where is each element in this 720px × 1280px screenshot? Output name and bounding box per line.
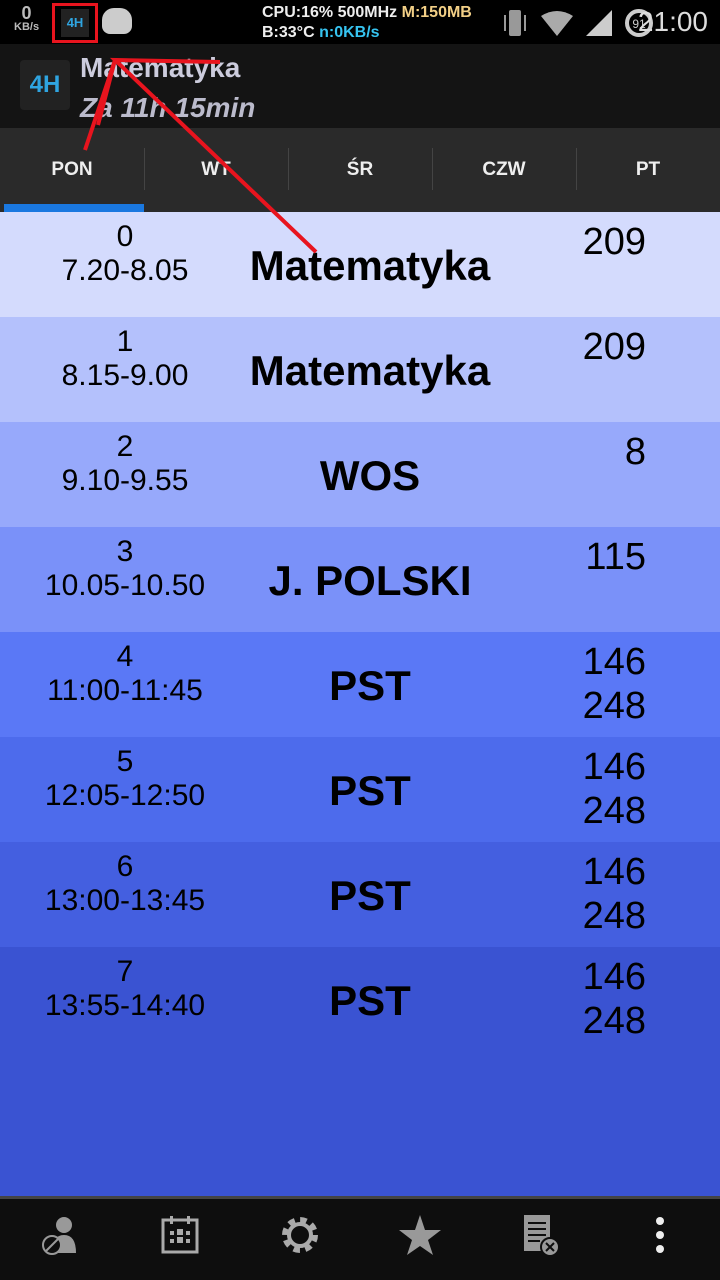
lesson-time: 10.05-10.50 — [44, 569, 206, 602]
lesson-number-time: 7 13:55-14:40 — [0, 955, 250, 1023]
lesson-list: 0 7.20-8.05 Matematyka 209 1 8.15-9.00 Mate… — [0, 212, 720, 1196]
calendar-icon[interactable] — [150, 1215, 210, 1265]
blocked-user-icon[interactable] — [30, 1213, 90, 1267]
lesson-room: 146 248 — [582, 956, 646, 1042]
lesson-room: 115 — [585, 536, 646, 578]
lesson-row[interactable]: 6 13:00-13:45 PST 146 248 — [0, 842, 720, 947]
lesson-number: 5 — [116, 745, 134, 778]
lesson-subject: PST — [329, 872, 411, 919]
lesson-row[interactable]: 3 10.05-10.50 J. POLSKI 115 — [0, 527, 720, 632]
list-delete-icon[interactable] — [510, 1213, 570, 1267]
lesson-time: 11:00-11:45 — [47, 674, 203, 707]
lesson-number: 2 — [116, 430, 134, 463]
lesson-number-time: 5 12:05-12:50 — [0, 745, 250, 813]
lesson-number: 6 — [116, 850, 134, 883]
lesson-row[interactable]: 2 9.10-9.55 WOS 8 — [0, 422, 720, 527]
lesson-row[interactable]: 1 8.15-9.00 Matematyka 209 — [0, 317, 720, 422]
lesson-subject: WOS — [319, 452, 421, 499]
overflow-menu-icon[interactable] — [630, 1213, 690, 1267]
lesson-number-time: 3 10.05-10.50 — [0, 535, 250, 603]
lesson-subject: PST — [329, 662, 411, 709]
lesson-time: 9.10-9.55 — [61, 464, 189, 497]
lesson-number: 7 — [116, 955, 134, 988]
lesson-room: 8 — [624, 431, 646, 473]
star-icon[interactable] — [390, 1213, 450, 1267]
lesson-row[interactable]: 7 13:55-14:40 PST 146 248 — [0, 947, 720, 1052]
red-annotation-arrow — [83, 57, 318, 254]
lesson-number-time: 2 9.10-9.55 — [0, 430, 250, 498]
lesson-room: 146 248 — [582, 746, 646, 832]
lesson-time: 12:05-12:50 — [44, 779, 206, 812]
lesson-row[interactable]: 4 11:00-11:45 PST 146 248 — [0, 632, 720, 737]
bottom-toolbar — [0, 1196, 720, 1280]
lesson-number: 1 — [116, 325, 134, 358]
lesson-subject: J. POLSKI — [268, 557, 472, 604]
lesson-number-time: 4 11:00-11:45 — [0, 640, 250, 708]
lesson-room: 209 — [582, 326, 646, 368]
lesson-row[interactable]: 5 12:05-12:50 PST 146 248 — [0, 737, 720, 842]
lesson-time: 8.15-9.00 — [61, 359, 189, 392]
lesson-number-time: 6 13:00-13:45 — [0, 850, 250, 918]
lesson-room: 146 248 — [582, 851, 646, 937]
lesson-subject: PST — [329, 767, 411, 814]
lesson-number-time: 1 8.15-9.00 — [0, 325, 250, 393]
lesson-number: 4 — [116, 640, 134, 673]
lesson-subject: PST — [329, 977, 411, 1024]
lesson-subject: Matematyka — [249, 347, 491, 394]
lesson-time: 13:55-14:40 — [44, 989, 206, 1022]
lesson-room: 146 248 — [582, 641, 646, 727]
lesson-time: 13:00-13:45 — [44, 884, 206, 917]
gear-icon[interactable] — [270, 1215, 330, 1265]
lesson-number: 3 — [116, 535, 134, 568]
